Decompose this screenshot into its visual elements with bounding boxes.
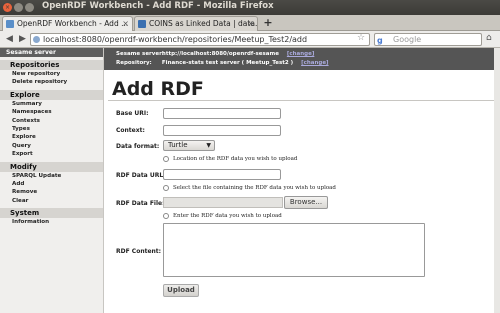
radio-url-source[interactable] <box>163 156 169 162</box>
forward-arrow-icon[interactable]: ▶ <box>16 33 29 46</box>
tab-label: COINS as Linked Data | data... <box>149 19 258 28</box>
window-titlebar: × OpenRDF Workbench - Add RDF - Mozilla … <box>0 0 500 15</box>
data-format-value: Turtle <box>168 141 188 149</box>
rdf-data-url-input[interactable] <box>163 169 281 180</box>
rdf-content-label: RDF Content: <box>116 248 162 255</box>
change-repository-link[interactable]: [change] <box>301 60 329 66</box>
data-format-select[interactable]: Turtle ▼ <box>163 140 215 151</box>
sidebar-heading-modify: Modify <box>0 161 103 172</box>
address-bar[interactable]: localhost:8080/openrdf-workbench/reposit… <box>30 33 370 46</box>
radio-file-label: Select the file containing the RDF data … <box>173 185 336 191</box>
server-info-bar: Sesame server: http://localhost:8080/ope… <box>104 48 500 70</box>
rdf-data-file-input[interactable] <box>163 197 283 208</box>
upload-button[interactable]: Upload <box>163 284 199 297</box>
tab-close-icon[interactable]: × <box>122 17 129 30</box>
tab-label: OpenRDF Workbench - Add ... <box>17 19 129 28</box>
data-format-label: Data format: <box>116 143 160 150</box>
window-title: OpenRDF Workbench - Add RDF - Mozilla Fi… <box>42 1 274 11</box>
sidebar-item-summary[interactable]: Summary <box>0 100 103 108</box>
repository-label: Repository: <box>116 60 152 66</box>
sidebar-heading-explore: Explore <box>0 89 103 100</box>
sidebar-server-label: Sesame server <box>0 48 103 57</box>
server-info-row: Sesame server: http://localhost:8080/ope… <box>116 51 314 57</box>
sidebar-item-query[interactable]: Query <box>0 142 103 150</box>
radio-content-label: Enter the RDF data you wish to upload <box>173 213 282 219</box>
chevron-down-icon: ▼ <box>206 142 211 149</box>
tab-close-icon[interactable]: × <box>247 17 254 30</box>
sidebar-item-contexts[interactable]: Contexts <box>0 117 103 125</box>
bookmark-star-icon[interactable]: ☆ <box>357 33 365 43</box>
globe-icon <box>33 36 40 43</box>
sidebar-item-add[interactable]: Add <box>0 180 103 188</box>
sidebar: Sesame server Repositories New repositor… <box>0 48 104 313</box>
sidebar-item-remove[interactable]: Remove <box>0 188 103 196</box>
context-input[interactable] <box>163 125 281 136</box>
rdf-content-textarea[interactable] <box>163 223 425 277</box>
tab-coins-linked-data[interactable]: COINS as Linked Data | data... × <box>134 16 258 31</box>
radio-content-source[interactable] <box>163 213 169 219</box>
repository-value: Finance-stats test server ( Meetup_Test2… <box>161 60 294 66</box>
sidebar-item-delete-repository[interactable]: Delete repository <box>0 78 103 86</box>
url-text: localhost:8080/openrdf-workbench/reposit… <box>43 35 308 44</box>
base-uri-input[interactable] <box>163 108 281 119</box>
server-value: http://localhost:8080/openrdf-sesame <box>161 51 279 57</box>
page-content: Sesame server Repositories New repositor… <box>0 48 500 313</box>
sidebar-heading-repositories: Repositories <box>0 60 103 70</box>
sidebar-item-export[interactable]: Export <box>0 150 103 158</box>
page-scrollbar[interactable] <box>494 48 500 313</box>
google-icon: g <box>377 36 383 45</box>
sidebar-item-clear[interactable]: Clear <box>0 197 103 205</box>
search-placeholder: Google <box>393 35 422 44</box>
change-server-link[interactable]: [change] <box>287 51 315 57</box>
sidebar-item-information[interactable]: Information <box>0 218 103 226</box>
server-label: Sesame server: <box>116 51 164 57</box>
sidebar-item-types[interactable]: Types <box>0 125 103 133</box>
new-tab-plus-icon[interactable]: + <box>262 17 274 29</box>
browse-button[interactable]: Browse... <box>284 196 328 209</box>
sidebar-item-sparql-update[interactable]: SPARQL Update <box>0 172 103 180</box>
navigation-toolbar: ◀ ▶ localhost:8080/openrdf-workbench/rep… <box>0 31 500 48</box>
page-favicon-icon <box>138 20 146 28</box>
page-favicon-icon <box>6 20 14 28</box>
sidebar-heading-system: System <box>0 208 103 219</box>
rdf-data-url-label: RDF Data URL: <box>116 172 166 179</box>
radio-file-source[interactable] <box>163 185 169 191</box>
page-title: Add RDF <box>112 78 204 100</box>
sidebar-item-namespaces[interactable]: Namespaces <box>0 108 103 116</box>
sidebar-item-new-repository[interactable]: New repository <box>0 70 103 78</box>
sidebar-item-explore[interactable]: Explore <box>0 133 103 141</box>
tab-openrdf-workbench[interactable]: OpenRDF Workbench - Add ... × <box>2 16 133 31</box>
window-maximize-button[interactable] <box>25 3 34 12</box>
repository-info-row: Repository: Finance-stats test server ( … <box>116 60 329 66</box>
context-label: Context: <box>116 127 145 134</box>
title-divider <box>108 100 498 101</box>
rdf-data-file-label: RDF Data File: <box>116 200 165 207</box>
search-input[interactable]: g Google <box>374 33 482 46</box>
window-controls: × <box>3 3 34 12</box>
window-close-button[interactable]: × <box>3 3 12 12</box>
back-arrow-icon[interactable]: ◀ <box>3 33 16 46</box>
base-uri-label: Base URI: <box>116 110 149 117</box>
tab-strip: OpenRDF Workbench - Add ... × COINS as L… <box>0 15 500 31</box>
radio-url-label: Location of the RDF data you wish to upl… <box>173 156 298 162</box>
home-icon[interactable]: ⌂ <box>486 33 492 43</box>
window-minimize-button[interactable] <box>14 3 23 12</box>
